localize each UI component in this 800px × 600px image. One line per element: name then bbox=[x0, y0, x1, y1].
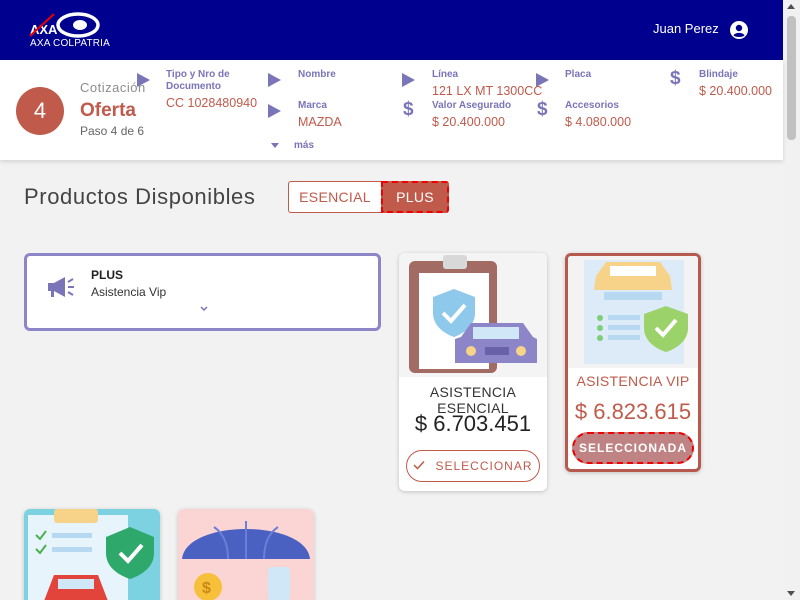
more-toggle[interactable]: más bbox=[294, 140, 314, 151]
valor-asegurado-value: $ 20.400.000 bbox=[432, 115, 505, 129]
documento-label: Tipo y Nro de Documento bbox=[166, 69, 230, 92]
chevron-right-icon bbox=[268, 73, 281, 87]
document-car-shield-illustration bbox=[568, 256, 698, 368]
blindaje-value: $ 20.400.000 bbox=[699, 84, 772, 98]
check-icon bbox=[413, 451, 426, 481]
chevron-down-icon[interactable] bbox=[271, 143, 279, 148]
tab-esencial[interactable]: ESENCIAL bbox=[288, 181, 381, 213]
plan-subtitle: Asistencia Vip bbox=[91, 285, 167, 299]
megaphone-icon bbox=[48, 277, 74, 297]
plan-name: PLUS bbox=[91, 268, 124, 282]
scroll-down-arrow-icon[interactable] bbox=[787, 591, 795, 596]
linea-value: 121 LX MT 1300CC bbox=[432, 84, 543, 98]
scroll-thumb[interactable] bbox=[787, 16, 796, 140]
selected-button[interactable]: SELECCIONADA bbox=[572, 432, 694, 464]
quote-label: Cotización bbox=[80, 80, 146, 95]
tab-plus[interactable]: PLUS bbox=[381, 181, 449, 213]
umbrella-coin-illustration: $ bbox=[178, 509, 314, 600]
accesorios-value: $ 4.080.000 bbox=[565, 115, 632, 129]
select-button-label: SELECCIONAR bbox=[435, 459, 533, 473]
quote-summary: 4 Cotización Oferta Paso 4 de 6 bbox=[0, 60, 783, 160]
documento-value: CC 1028480940 bbox=[166, 96, 258, 110]
logo-text: AXA COLPATRIA bbox=[30, 38, 111, 49]
step-progress-text: Paso 4 de 6 bbox=[80, 124, 145, 138]
top-bar: AXA AXA COLPATRIA Juan Perez bbox=[0, 0, 783, 60]
section-title: Productos Disponibles bbox=[24, 184, 256, 209]
nombre-label: Nombre bbox=[298, 69, 336, 80]
product-card-vip[interactable]: ASISTENCIA VIP $ 6.823.615 SELECCIONADA bbox=[565, 253, 701, 472]
scroll-up-arrow-icon[interactable] bbox=[787, 4, 795, 9]
chevron-right-icon bbox=[402, 73, 415, 87]
product-card-partial[interactable]: $ bbox=[178, 509, 314, 600]
quote-title: Oferta bbox=[80, 100, 136, 121]
svg-text:$: $ bbox=[202, 580, 211, 597]
product-card-esencial[interactable]: ASISTENCIA ESENCIAL $ 6.703.451 SELECCIO… bbox=[399, 253, 547, 491]
placa-label: Placa bbox=[565, 69, 592, 80]
accesorios-label: Accesorios bbox=[565, 100, 619, 111]
chevron-down-icon[interactable] bbox=[200, 305, 208, 313]
chevron-right-icon bbox=[268, 104, 281, 118]
dollar-icon: $ bbox=[403, 99, 414, 120]
page-scrollbar[interactable] bbox=[783, 0, 800, 600]
clipboard-car-illustration bbox=[399, 253, 547, 377]
user-circle-icon[interactable] bbox=[729, 20, 749, 40]
card-price: $ 6.823.615 bbox=[574, 399, 692, 424]
chevron-right-icon bbox=[536, 73, 549, 87]
dollar-icon: $ bbox=[670, 68, 681, 89]
product-card-partial[interactable] bbox=[24, 509, 160, 600]
card-title: ASISTENCIA VIP bbox=[576, 373, 690, 389]
blindaje-label: Blindaje bbox=[699, 69, 738, 80]
card-price: $ 6.703.451 bbox=[414, 411, 532, 436]
valor-asegurado-label: Valor Asegurado bbox=[432, 100, 512, 111]
marca-label: Marca bbox=[298, 100, 327, 111]
select-button[interactable]: SELECCIONAR bbox=[406, 450, 540, 482]
dollar-icon: $ bbox=[537, 99, 548, 120]
chevron-right-icon bbox=[137, 73, 150, 87]
linea-label: Línea bbox=[432, 69, 459, 80]
plan-panel[interactable]: PLUS Asistencia Vip bbox=[24, 253, 381, 331]
step-number-badge: 4 bbox=[16, 87, 64, 135]
marca-value: MAZDA bbox=[298, 115, 342, 129]
user-name[interactable]: Juan Perez bbox=[653, 21, 719, 36]
clipboard-shield-car-illustration bbox=[24, 509, 160, 600]
